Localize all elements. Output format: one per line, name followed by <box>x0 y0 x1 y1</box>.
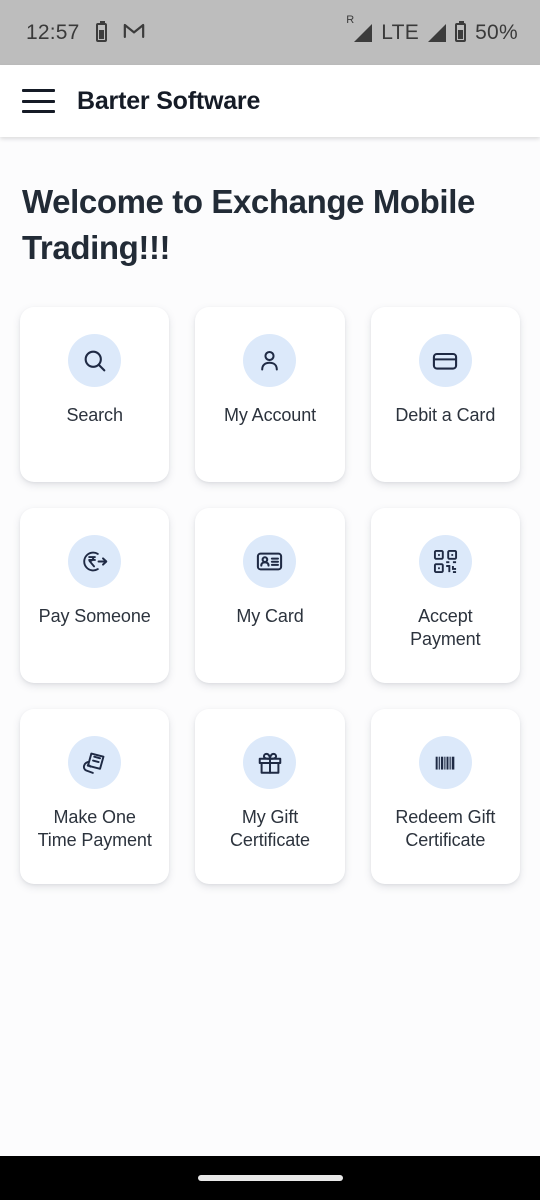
tile-search[interactable]: Search <box>20 307 170 483</box>
tile-my-account[interactable]: My Account <box>195 307 345 483</box>
tile-my-gift-certificate[interactable]: My Gift Certificate <box>195 709 345 885</box>
battery-percent-label: 50% <box>475 20 518 44</box>
home-gesture-pill[interactable] <box>197 1175 343 1181</box>
hamburger-menu-icon[interactable] <box>22 89 55 113</box>
gift-icon <box>243 736 297 790</box>
signal-strength-icon <box>428 23 447 42</box>
person-icon <box>243 334 297 388</box>
tile-label: Make One Time Payment <box>37 807 152 851</box>
tile-debit-a-card[interactable]: Debit a Card <box>370 307 520 483</box>
qr-code-icon <box>418 535 472 589</box>
search-icon <box>68 334 122 388</box>
status-bar: 12:57 R LTE 50% <box>0 0 540 65</box>
tile-label: Accept Payment <box>410 606 481 650</box>
tile-label: My Account <box>223 405 317 426</box>
tile-label: Redeem Gift Certificate <box>395 807 496 851</box>
tile-label: My Gift Certificate <box>230 807 310 851</box>
battery-icon <box>455 21 467 42</box>
gmail-icon <box>123 22 145 44</box>
tile-redeem-gift-certificate[interactable]: Redeem Gift Certificate <box>370 709 520 885</box>
phone-screen: 12:57 R LTE 50% Barter Software Welcome … <box>0 0 540 1200</box>
feature-tile-grid: Search My Account Debit a Card Pay Someo… <box>20 307 520 885</box>
app-title: Barter Software <box>77 86 261 115</box>
tile-label: Search <box>66 405 123 426</box>
id-card-icon <box>243 535 297 589</box>
roaming-label: R <box>346 13 355 26</box>
cash-in-hand-icon <box>68 736 122 790</box>
barcode-icon <box>418 736 472 790</box>
status-clock: 12:57 <box>26 20 80 44</box>
page-title: Welcome to Exchange Mobile Trading!!! <box>22 183 475 266</box>
system-navigation-bar <box>0 1156 540 1200</box>
tile-label: Pay Someone <box>38 606 151 627</box>
tile-accept-payment[interactable]: Accept Payment <box>370 508 520 684</box>
tile-pay-someone[interactable]: Pay Someone <box>20 508 170 684</box>
tile-label: My Card <box>236 606 304 627</box>
main-content: Welcome to Exchange Mobile Trading!!! Se… <box>0 137 540 1156</box>
tile-my-card[interactable]: My Card <box>195 508 345 684</box>
status-bar-left: 12:57 <box>26 21 145 45</box>
tile-make-one-time-payment[interactable]: Make One Time Payment <box>20 709 170 885</box>
credit-card-icon <box>418 334 472 388</box>
rupee-transfer-icon <box>68 535 122 589</box>
network-type-label: LTE <box>381 20 420 44</box>
status-bar-right: R LTE 50% <box>346 14 518 45</box>
tile-label: Debit a Card <box>395 405 496 426</box>
roaming-signal-icon: R <box>346 14 373 42</box>
battery-charging-icon <box>95 21 107 42</box>
app-bar: Barter Software <box>0 65 540 137</box>
